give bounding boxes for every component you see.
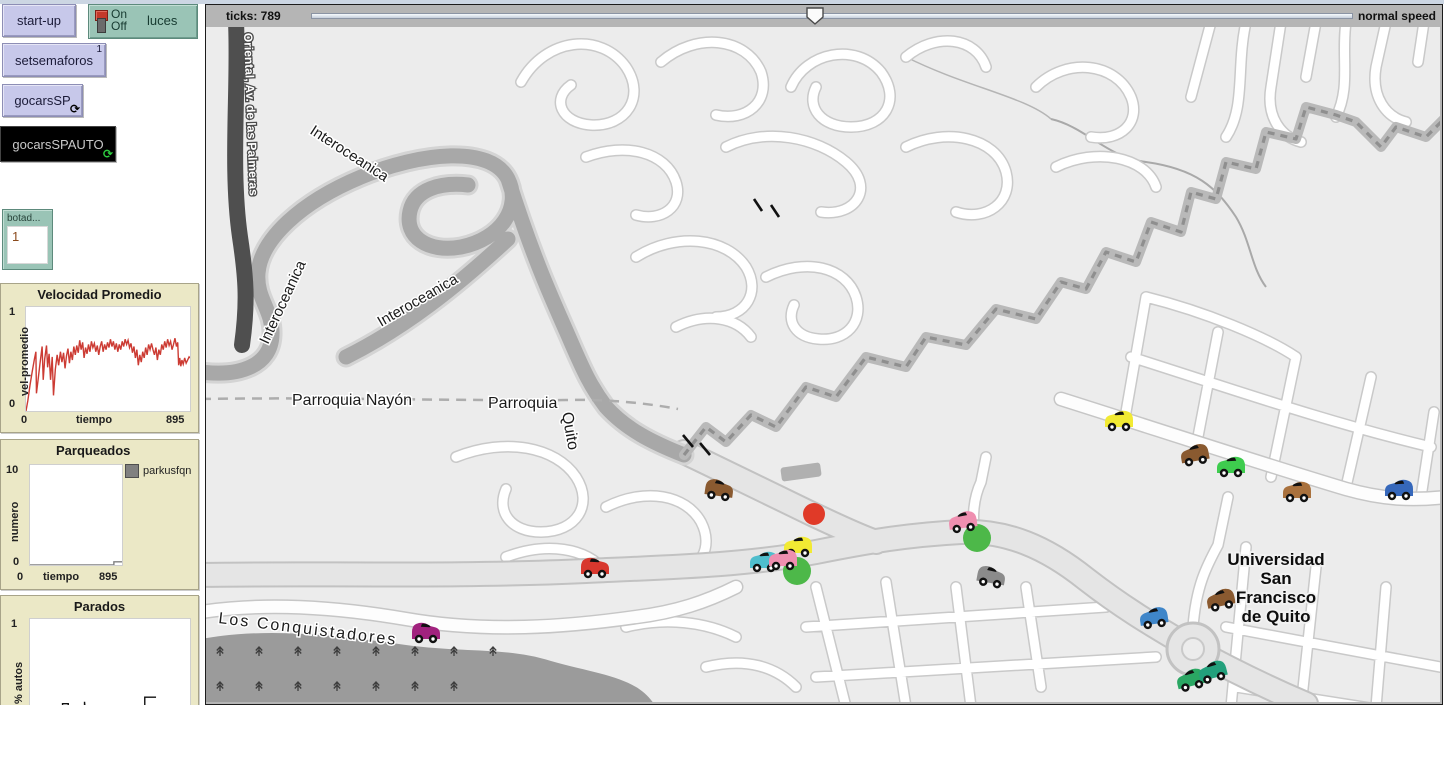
netlogo-app-window: start-up On Off luces setsemaforos 1 goc… [0,0,1444,705]
legend-entry-label: parkusfqn [143,465,191,477]
speed-slider-track[interactable] [311,13,1353,19]
chart-series-line [26,338,190,411]
chart-series-line [30,697,156,705]
velocidad-line-chart [26,307,190,411]
chart-series-line [30,562,122,565]
view-toolbar: ticks: 789 normal speed [206,5,1442,27]
forever-icon: ⟳ [70,104,80,115]
y-axis-label: numero [9,502,21,542]
y-axis-label: % autos [13,662,25,704]
forever-icon: ⟳ [103,149,113,160]
x-tick-max: 895 [99,571,117,583]
svg-text:Francisco: Francisco [1236,588,1316,607]
world-view-widget: ticks: 789 normal speed [205,4,1443,705]
map-canvas: Oriental, Av. de las Palmeras Interocean… [206,27,1440,702]
widget-panel: start-up On Off luces setsemaforos 1 goc… [0,4,200,705]
y-tick-max: 10 [6,464,18,476]
y-tick-max: 1 [9,306,15,318]
x-axis-label: tiempo [76,414,112,426]
street-label-parroquia-nayon: Parroquia Nayón [292,392,412,409]
gocarsspauto-button[interactable]: gocarsSPAUTO ⟳ [0,126,116,162]
parados-line-chart [30,619,190,705]
simulation-map-view[interactable]: Oriental, Av. de las Palmeras Interocean… [206,27,1440,702]
traffic-light [803,503,825,525]
plot-title: Parqueados [56,443,198,458]
plot-canvas [29,618,191,705]
setsemaforos-button[interactable]: setsemaforos 1 [2,43,106,77]
plot-title: Velocidad Promedio [1,287,198,302]
legend-color-chip [125,464,139,478]
y-axis-label: vel-promedio [19,327,31,396]
svg-text:de Quito: de Quito [1242,607,1311,626]
y-tick-max: 1 [11,618,17,630]
plot-canvas [29,464,123,566]
plot-canvas [25,306,191,412]
svg-text:Universidad: Universidad [1227,550,1324,569]
x-tick-min: 0 [21,414,27,426]
gocarssp-button-label: gocarsSP [14,93,70,108]
switch-name-label: luces [147,13,177,28]
botad-input-label: botad... [7,213,40,224]
switch-off-label[interactable]: Off [111,19,127,33]
setsemaforos-button-label: setsemaforos [15,53,93,68]
action-key-badge: 1 [96,44,102,55]
x-tick-max: 895 [166,414,184,426]
y-tick-min: 0 [13,556,19,568]
speed-label: normal speed [1358,9,1436,23]
plot-velocidad-promedio: Velocidad Promedio 1 0 vel-promedio 0 ti… [0,283,199,433]
svg-text:San: San [1260,569,1291,588]
speed-slider-thumb[interactable] [806,7,824,25]
street-label-parroquia: Parroquia [488,395,557,412]
plot-legend: parkusfqn [125,464,191,478]
gocarsspauto-button-label: gocarsSPAUTO [12,137,103,152]
label-universidad-usfq: Universidad San Francisco de Quito [1227,550,1324,626]
botad-input-widget: botad... 1 [2,209,53,270]
x-axis-label: tiempo [43,571,79,583]
gocarssp-button[interactable]: gocarsSP ⟳ [2,84,83,117]
ticks-counter: ticks: 789 [226,9,281,23]
y-tick-min: 0 [9,398,15,410]
x-tick-min: 0 [17,571,23,583]
botad-input-field[interactable]: 1 [7,226,48,264]
plot-parqueados: Parqueados 10 0 numero 0 tiempo 895 park… [0,439,199,590]
plot-parados: Parados 1 % autos [0,595,199,705]
luces-switch[interactable]: On Off luces [88,4,198,39]
startup-button-label: start-up [17,13,61,28]
startup-button[interactable]: start-up [2,4,76,37]
parqueados-line-chart [30,465,122,565]
switch-track-icon [97,18,106,33]
plot-title: Parados [1,599,198,614]
